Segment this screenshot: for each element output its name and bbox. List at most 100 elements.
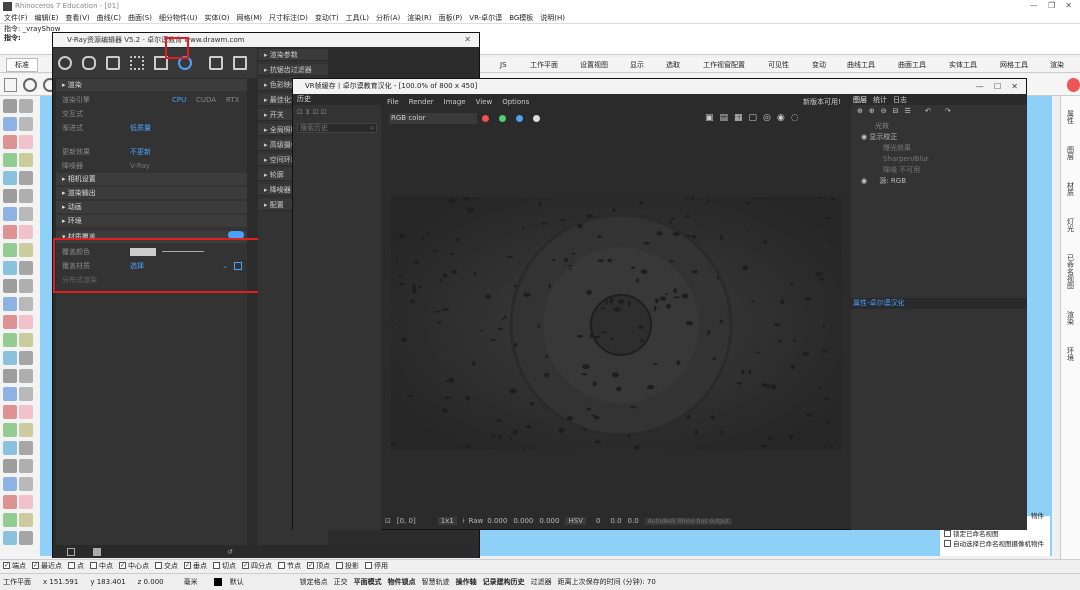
- layer-denoise[interactable]: 降噪 不可用: [851, 165, 1027, 176]
- color-picker-icon[interactable]: ⟊: [463, 517, 465, 526]
- tool-icon[interactable]: [19, 531, 33, 545]
- tool-icon[interactable]: [3, 495, 17, 509]
- section-render[interactable]: ▸ 渲染: [56, 79, 247, 91]
- tool-icon[interactable]: [3, 477, 17, 491]
- tool-icon[interactable]: [3, 297, 17, 311]
- zoom-ratio[interactable]: 1x1: [437, 517, 457, 525]
- tool-icon[interactable]: [19, 99, 33, 113]
- tab-render[interactable]: 渲染: [1050, 60, 1064, 70]
- osnap-option[interactable]: 交点: [155, 561, 178, 571]
- tool-icon[interactable]: [19, 117, 33, 131]
- tool-icon[interactable]: [19, 135, 33, 149]
- menu-panels[interactable]: 面板(P): [439, 13, 463, 23]
- update-value[interactable]: 不更新: [130, 145, 151, 159]
- tool-icon[interactable]: [3, 351, 17, 365]
- section-output[interactable]: ▸ 渲染输出: [56, 187, 247, 199]
- channel-select[interactable]: RGB color: [389, 112, 477, 124]
- tab-viewport-layout[interactable]: 工作视窗配置: [703, 60, 745, 70]
- status-layer[interactable]: 默认: [230, 577, 244, 587]
- tab-display[interactable]: 显示: [630, 60, 644, 70]
- tab-select[interactable]: 选取: [666, 60, 680, 70]
- engine-cuda-option[interactable]: CUDA: [196, 93, 216, 107]
- quality-value[interactable]: 低质量: [130, 121, 151, 135]
- lights-icon[interactable]: [82, 56, 96, 70]
- tool-icon[interactable]: [19, 495, 33, 509]
- side-tab-environment[interactable]: 环境: [1062, 347, 1080, 361]
- menu-solid[interactable]: 实体(O): [205, 13, 230, 23]
- render-param-section[interactable]: ▸ 抗锯齿过滤器: [258, 64, 328, 76]
- tab-visibility[interactable]: 可见性: [768, 60, 789, 70]
- tool-icon[interactable]: [19, 315, 33, 329]
- side-tab-layers[interactable]: 图层: [1062, 146, 1080, 160]
- tool-icon[interactable]: [3, 531, 17, 545]
- tab-transform[interactable]: 变动: [812, 60, 826, 70]
- tool-icon[interactable]: [19, 441, 33, 455]
- save-icon[interactable]: [93, 547, 101, 556]
- vfb-menu-render[interactable]: Render: [409, 98, 434, 106]
- tool-icon[interactable]: [3, 369, 17, 383]
- section-camera[interactable]: ▸ 相机设置: [56, 173, 247, 185]
- tool-icon[interactable]: [19, 459, 33, 473]
- frame-buffer-icon[interactable]: [233, 56, 247, 70]
- tool-icon[interactable]: [19, 423, 33, 437]
- tab-cplane[interactable]: 工作平面: [530, 60, 558, 70]
- status-gumball[interactable]: 操作轴: [456, 577, 477, 587]
- tool-icon[interactable]: [3, 387, 17, 401]
- color-mode[interactable]: HSV: [565, 517, 586, 525]
- menu-dimension[interactable]: 尺寸标注(D): [269, 13, 308, 23]
- status-cplane[interactable]: 工作平面: [3, 577, 31, 587]
- menu-surface[interactable]: 曲面(S): [128, 13, 152, 23]
- tab-surface-tools[interactable]: 曲面工具: [898, 60, 926, 70]
- side-tab-lights[interactable]: 灯光: [1062, 218, 1080, 232]
- tab-mesh-tools[interactable]: 网格工具: [1000, 60, 1028, 70]
- tab-solid-tools[interactable]: 实体工具: [949, 60, 977, 70]
- menu-tools[interactable]: 工具(L): [346, 13, 369, 23]
- menu-render[interactable]: 渲染(R): [407, 13, 431, 23]
- history-search[interactable]: 搜索历史 ⌕: [297, 123, 377, 133]
- section-animation[interactable]: ▸ 动画: [56, 201, 247, 213]
- tool-icon[interactable]: [3, 243, 17, 257]
- menu-bg[interactable]: BG模板: [509, 13, 533, 23]
- new-version-notice[interactable]: 新版本可用!: [803, 97, 841, 107]
- close-icon[interactable]: ✕: [464, 33, 471, 47]
- side-tab-materials[interactable]: 材质: [1062, 182, 1080, 196]
- render-teapot-icon[interactable]: [209, 56, 223, 70]
- tool-icon[interactable]: [3, 225, 17, 239]
- tool-icon[interactable]: [19, 513, 33, 527]
- osnap-option[interactable]: 中点: [90, 561, 113, 571]
- tool-icon[interactable]: [19, 387, 33, 401]
- tool-icon[interactable]: [3, 513, 17, 527]
- color-wheel-icon[interactable]: [1066, 77, 1080, 92]
- green-channel-icon[interactable]: [499, 114, 506, 122]
- tab-js[interactable]: JS: [500, 61, 507, 69]
- status-filter[interactable]: 过滤器: [531, 577, 552, 587]
- vfb-menu-file[interactable]: File: [387, 98, 399, 106]
- tab-set-view[interactable]: 设置视图: [580, 60, 608, 70]
- osnap-option[interactable]: ✓ 中心点: [119, 561, 149, 571]
- tool-icon[interactable]: [3, 405, 17, 419]
- tool-icon[interactable]: [19, 243, 33, 257]
- tool-icon[interactable]: [3, 423, 17, 437]
- tool-icon[interactable]: [3, 99, 17, 113]
- layer-display-correction[interactable]: ◉ 显示校正: [851, 132, 1027, 143]
- tool-icon[interactable]: [19, 333, 33, 347]
- osnap-option[interactable]: ✓ 最近点: [32, 561, 62, 571]
- menu-subd[interactable]: 细分物件(U): [159, 13, 198, 23]
- side-tab-properties[interactable]: 属性: [1062, 110, 1080, 124]
- tool-icon[interactable]: [3, 459, 17, 473]
- osnap-option[interactable]: ✓ 垂点: [184, 561, 207, 571]
- menu-edit[interactable]: 编辑(E): [35, 13, 59, 23]
- tab-curve-tools[interactable]: 曲线工具: [847, 60, 875, 70]
- blue-channel-icon[interactable]: [516, 114, 523, 122]
- layers-toolbar[interactable]: ⊕⊕⊖⊟☰ ↶ ↷: [851, 105, 1027, 121]
- textures-icon[interactable]: [130, 56, 144, 70]
- raw-label[interactable]: Raw: [469, 517, 484, 525]
- tool-icon[interactable]: [3, 153, 17, 167]
- tool-icon[interactable]: [3, 279, 17, 293]
- menu-transform[interactable]: 变动(T): [315, 13, 339, 23]
- open-icon[interactable]: [67, 547, 75, 556]
- render-actions-icons[interactable]: ▣▤▦▢◎◉◌: [705, 113, 805, 123]
- osnap-option[interactable]: 停用: [365, 561, 388, 571]
- vfb-menu-view[interactable]: View: [476, 98, 493, 106]
- tab-standard[interactable]: 标准: [6, 58, 38, 72]
